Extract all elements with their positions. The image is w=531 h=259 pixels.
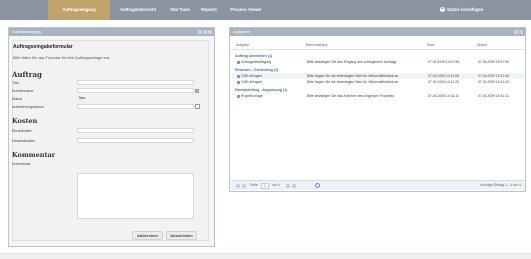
field-label-status: Status [12, 97, 23, 101]
page-input[interactable]: 1 [261, 183, 269, 189]
section-title-costs: Kosten [12, 117, 38, 125]
panel-title: Auftragseingang [12, 29, 42, 34]
task-description: Bitte fragen Sie die hinterlegten Wert f… [307, 80, 399, 84]
column-header-start[interactable]: Start [427, 43, 434, 47]
panel-title: Aufgaben [233, 29, 251, 34]
section-title-comment: Kommentar [12, 151, 56, 159]
add-status-button[interactable]: + Status hinzufügen [440, 0, 483, 20]
first-page-icon[interactable] [236, 184, 240, 188]
table-row[interactable]: Projektvorlage Bitte bestätigen Sie das … [232, 93, 524, 99]
footer-bar [0, 253, 531, 259]
next-page-icon[interactable] [286, 184, 290, 188]
chevron-down-icon[interactable]: ▾ [195, 89, 199, 93]
customer-name-field[interactable] [77, 88, 194, 93]
grid-header: Aufgabe Beschreibung Start Ablauf [231, 41, 524, 50]
paging-toolbar: Seite 1 von 1 Anzeige Eintrag 1 - 4 von … [231, 180, 525, 190]
refresh-icon[interactable] [315, 183, 320, 188]
task-start: 07.04.2009 14:07:50 [428, 60, 460, 64]
top-nav-bar: Auftragseingang Auftragsübersicht Stat T… [0, 0, 531, 20]
field-label-unit-cost: Einzelkosten [12, 129, 33, 133]
nav-item-reports[interactable]: Reports [196, 0, 222, 20]
total-cost-field[interactable] [77, 138, 194, 143]
close-icon[interactable] [208, 30, 212, 34]
task-name: Auftragsbestätigung [241, 60, 272, 64]
task-name: CMS erfragen [241, 80, 263, 84]
task-start: 07.04.2009 14:31:11 [428, 94, 459, 98]
page-label: Seite [250, 183, 258, 187]
task-icon [237, 80, 240, 84]
column-header-task[interactable]: Aufgabe [236, 43, 249, 47]
maximize-icon[interactable] [203, 30, 207, 34]
task-icon [237, 94, 240, 98]
cancel-button[interactable]: Abbrechen [132, 231, 163, 240]
task-due: 07.04.2009 15:31:11 [478, 94, 509, 98]
last-page-icon[interactable] [292, 184, 296, 188]
field-label-title: Titel [12, 81, 19, 85]
task-name: CMS erfragen [241, 74, 263, 78]
task-name: Projektvorlage [241, 94, 263, 98]
nav-item-auftragseingang[interactable]: Auftragseingang [48, 0, 110, 20]
table-row[interactable]: CMS erfragen Bitte fragen Sie die hinter… [232, 79, 524, 85]
plus-icon: + [440, 6, 445, 13]
table-row[interactable]: Auftragsbestätigung Bitte bestätigen Sie… [232, 59, 524, 65]
tasks-panel: Aufgaben [229, 27, 526, 192]
title-field[interactable] [77, 80, 194, 85]
field-label-comment: Kommentar [12, 162, 31, 166]
task-description: Bitte bestätigen Sie den Eingang des vor… [307, 60, 397, 64]
task-due: 07.04.2009 15:11:20 [478, 80, 509, 84]
panel-tools [514, 30, 523, 34]
column-header-description[interactable]: Beschreibung [306, 43, 327, 47]
calendar-icon[interactable] [195, 104, 200, 109]
form-title: Auftragseingabeformular [13, 44, 73, 50]
page-count: von 1 [272, 183, 281, 187]
form-intro: Bitte füllen Sie das Formular für eine A… [13, 56, 111, 60]
add-status-label: Status hinzufügen [447, 7, 484, 12]
field-label-delivery-date: Auslieferungsdatum [12, 105, 44, 109]
panel-header: Aufgaben [230, 28, 525, 36]
column-header-due[interactable]: Ablauf [477, 43, 487, 47]
comment-textarea[interactable] [77, 173, 194, 219]
task-due: 07.04.2009 15:07:50 [478, 60, 510, 64]
field-label-total-cost: Gesamtkosten [12, 139, 36, 143]
task-icon [237, 60, 240, 64]
field-label-customer: Kundenname [12, 89, 34, 93]
panel-tools [198, 30, 212, 34]
unit-cost-field[interactable] [77, 128, 194, 133]
submit-button[interactable]: Abschicken [166, 231, 197, 240]
paging-display-info: Anzeige Eintrag 1 - 4 von 4 [480, 183, 521, 187]
section-title-order: Auftrag [12, 70, 42, 79]
task-start: 07.04.2009 14:11:20 [428, 80, 459, 84]
minimize-icon[interactable] [198, 30, 202, 34]
minimize-icon[interactable] [514, 30, 518, 34]
status-value: Neu [79, 96, 86, 100]
nav-item-auftragsuebersicht[interactable]: Auftragsübersicht [112, 0, 164, 20]
close-icon[interactable] [519, 30, 523, 34]
nav-item-process-viewer[interactable]: Process Viewer [224, 0, 268, 20]
nav-item-stat-tools[interactable]: Stat Tools [166, 0, 194, 20]
delivery-date-field[interactable] [77, 104, 194, 109]
panel-header: Auftragseingang [9, 28, 214, 36]
prev-page-icon[interactable] [242, 184, 246, 188]
task-description: Bitte bestätigen Sie das Ansehen des fol… [307, 94, 395, 98]
task-icon [237, 74, 240, 78]
